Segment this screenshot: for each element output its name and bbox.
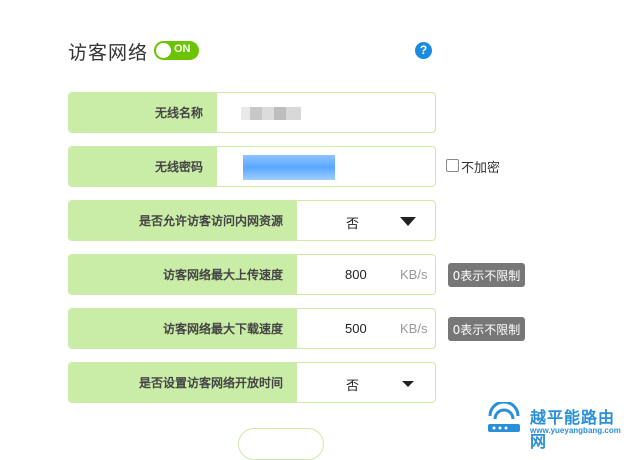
open-time-label: 是否设置访客网络开放时间 bbox=[69, 363, 297, 402]
ssid-row: 无线名称 bbox=[68, 92, 436, 133]
password-blurred-value bbox=[243, 155, 335, 180]
toggle-knob bbox=[156, 43, 171, 58]
router-logo-icon bbox=[488, 402, 520, 432]
watermark: 越平能路由网 www.yueyangbang.com bbox=[482, 400, 622, 451]
upload-limit-unit: KB/s bbox=[400, 267, 428, 282]
download-limit-row: 访客网络最大下载速度 500 KB/s bbox=[68, 308, 436, 349]
ssid-input[interactable] bbox=[217, 93, 435, 132]
download-limit-unit: KB/s bbox=[400, 321, 428, 336]
upload-limit-row: 访客网络最大上传速度 800 KB/s bbox=[68, 254, 436, 295]
download-limit-hint-badge: 0表示不限制 bbox=[448, 317, 525, 341]
ssid-label: 无线名称 bbox=[69, 93, 217, 132]
no-encrypt-checkbox[interactable] bbox=[446, 159, 459, 172]
intranet-access-label: 是否允许访客访问内网资源 bbox=[69, 201, 297, 240]
open-time-select[interactable]: 否 bbox=[297, 363, 435, 402]
page-title: 访客网络 bbox=[68, 42, 149, 64]
watermark-site: www.yueyangbang.com bbox=[530, 426, 621, 435]
open-time-value: 否 bbox=[346, 379, 360, 394]
save-button[interactable] bbox=[238, 428, 324, 460]
password-input[interactable] bbox=[217, 147, 435, 186]
download-limit-label: 访客网络最大下载速度 bbox=[69, 309, 297, 348]
guest-network-toggle[interactable]: ON bbox=[154, 41, 199, 60]
intranet-access-row: 是否允许访客访问内网资源 否 bbox=[68, 200, 436, 241]
intranet-access-select[interactable]: 否 bbox=[297, 201, 435, 240]
upload-limit-label: 访客网络最大上传速度 bbox=[69, 255, 297, 294]
intranet-access-value: 否 bbox=[346, 217, 360, 232]
upload-limit-input[interactable]: 800 KB/s bbox=[297, 255, 435, 294]
toggle-label: ON bbox=[174, 43, 191, 55]
upload-limit-hint-badge: 0表示不限制 bbox=[448, 263, 525, 287]
ssid-blurred-value bbox=[241, 107, 301, 120]
download-limit-value: 500 bbox=[345, 321, 367, 336]
help-icon[interactable]: ? bbox=[415, 42, 432, 59]
chevron-down-icon bbox=[400, 217, 416, 226]
password-row: 无线密码 bbox=[68, 146, 436, 187]
open-time-row: 是否设置访客网络开放时间 否 bbox=[68, 362, 436, 403]
no-encrypt-label: 不加密 bbox=[461, 161, 501, 176]
upload-limit-value: 800 bbox=[345, 267, 367, 282]
download-limit-input[interactable]: 500 KB/s bbox=[297, 309, 435, 348]
password-label: 无线密码 bbox=[69, 147, 217, 186]
chevron-down-icon bbox=[402, 381, 414, 387]
